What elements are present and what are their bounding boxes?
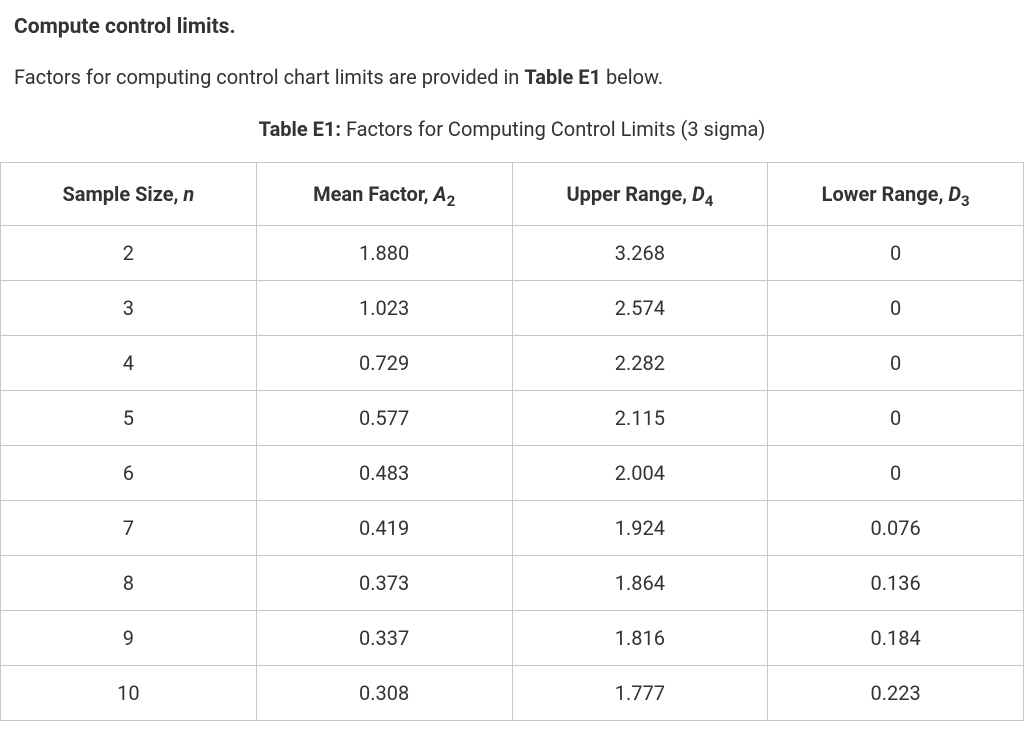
section-heading: Compute control limits.	[0, 12, 1024, 44]
table-cell: 0.729	[256, 335, 512, 390]
header-upper-range: Upper Range, D4	[512, 162, 768, 225]
table-cell: 0.184	[768, 610, 1024, 665]
header-sub: 2	[447, 192, 456, 210]
intro-paragraph: Factors for computing control chart limi…	[0, 62, 1024, 92]
table-row: 100.3081.7770.223	[1, 665, 1024, 720]
table-cell: 0	[768, 390, 1024, 445]
table-cell: 2.004	[512, 445, 768, 500]
table-cell: 0	[768, 445, 1024, 500]
header-text: Mean Factor,	[313, 182, 433, 206]
table-cell: 0.337	[256, 610, 512, 665]
table-cell: 0.373	[256, 555, 512, 610]
header-lower-range: Lower Range, D3	[768, 162, 1024, 225]
table-cell: 2.282	[512, 335, 768, 390]
header-var: D	[948, 182, 961, 206]
header-sub: 3	[961, 192, 970, 210]
table-row: 80.3731.8640.136	[1, 555, 1024, 610]
table-cell: 3.268	[512, 225, 768, 280]
header-var: n	[183, 182, 194, 206]
table-body: 21.8803.268031.0232.574040.7292.282050.5…	[1, 225, 1024, 720]
table-row: 40.7292.2820	[1, 335, 1024, 390]
table-cell: 1.777	[512, 665, 768, 720]
table-cell: 3	[1, 280, 257, 335]
table-cell: 2.115	[512, 390, 768, 445]
table-cell: 9	[1, 610, 257, 665]
table-cell: 1.880	[256, 225, 512, 280]
table-cell: 6	[1, 445, 257, 500]
table-cell: 0	[768, 335, 1024, 390]
table-row: 90.3371.8160.184	[1, 610, 1024, 665]
intro-suffix: below.	[601, 65, 663, 89]
table-cell: 0.223	[768, 665, 1024, 720]
table-cell: 4	[1, 335, 257, 390]
table-cell: 0.577	[256, 390, 512, 445]
header-text: Lower Range,	[822, 182, 949, 206]
table-cell: 0.419	[256, 500, 512, 555]
table-cell: 5	[1, 390, 257, 445]
table-cell: 0.076	[768, 500, 1024, 555]
table-cell: 2	[1, 225, 257, 280]
intro-prefix: Factors for computing control chart limi…	[14, 65, 524, 89]
header-sub: 4	[705, 192, 714, 210]
header-mean-factor: Mean Factor, A2	[256, 162, 512, 225]
table-cell: 1.816	[512, 610, 768, 665]
table-cell: 0.308	[256, 665, 512, 720]
table-cell: 0	[768, 225, 1024, 280]
table-row: 60.4832.0040	[1, 445, 1024, 500]
header-var: D	[692, 182, 705, 206]
intro-bold: Table E1	[524, 65, 601, 89]
caption-rest: Factors for Computing Control Limits (3 …	[341, 117, 765, 141]
table-cell: 0.483	[256, 445, 512, 500]
table-cell: 7	[1, 500, 257, 555]
header-text: Upper Range,	[566, 182, 692, 206]
table-cell: 1.023	[256, 280, 512, 335]
header-sample-size: Sample Size, n	[1, 162, 257, 225]
header-var: A	[434, 182, 447, 206]
table-cell: 8	[1, 555, 257, 610]
table-cell: 0.136	[768, 555, 1024, 610]
table-row: 31.0232.5740	[1, 280, 1024, 335]
header-text: Sample Size,	[62, 182, 183, 206]
table-cell: 1.864	[512, 555, 768, 610]
table-header-row: Sample Size, n Mean Factor, A2 Upper Ran…	[1, 162, 1024, 225]
table-row: 50.5772.1150	[1, 390, 1024, 445]
table-cell: 10	[1, 665, 257, 720]
table-row: 70.4191.9240.076	[1, 500, 1024, 555]
control-limits-table: Sample Size, n Mean Factor, A2 Upper Ran…	[0, 162, 1024, 721]
table-cell: 1.924	[512, 500, 768, 555]
table-cell: 0	[768, 280, 1024, 335]
caption-bold: Table E1:	[259, 117, 341, 141]
table-row: 21.8803.2680	[1, 225, 1024, 280]
table-cell: 2.574	[512, 280, 768, 335]
table-caption: Table E1: Factors for Computing Control …	[0, 114, 1024, 144]
